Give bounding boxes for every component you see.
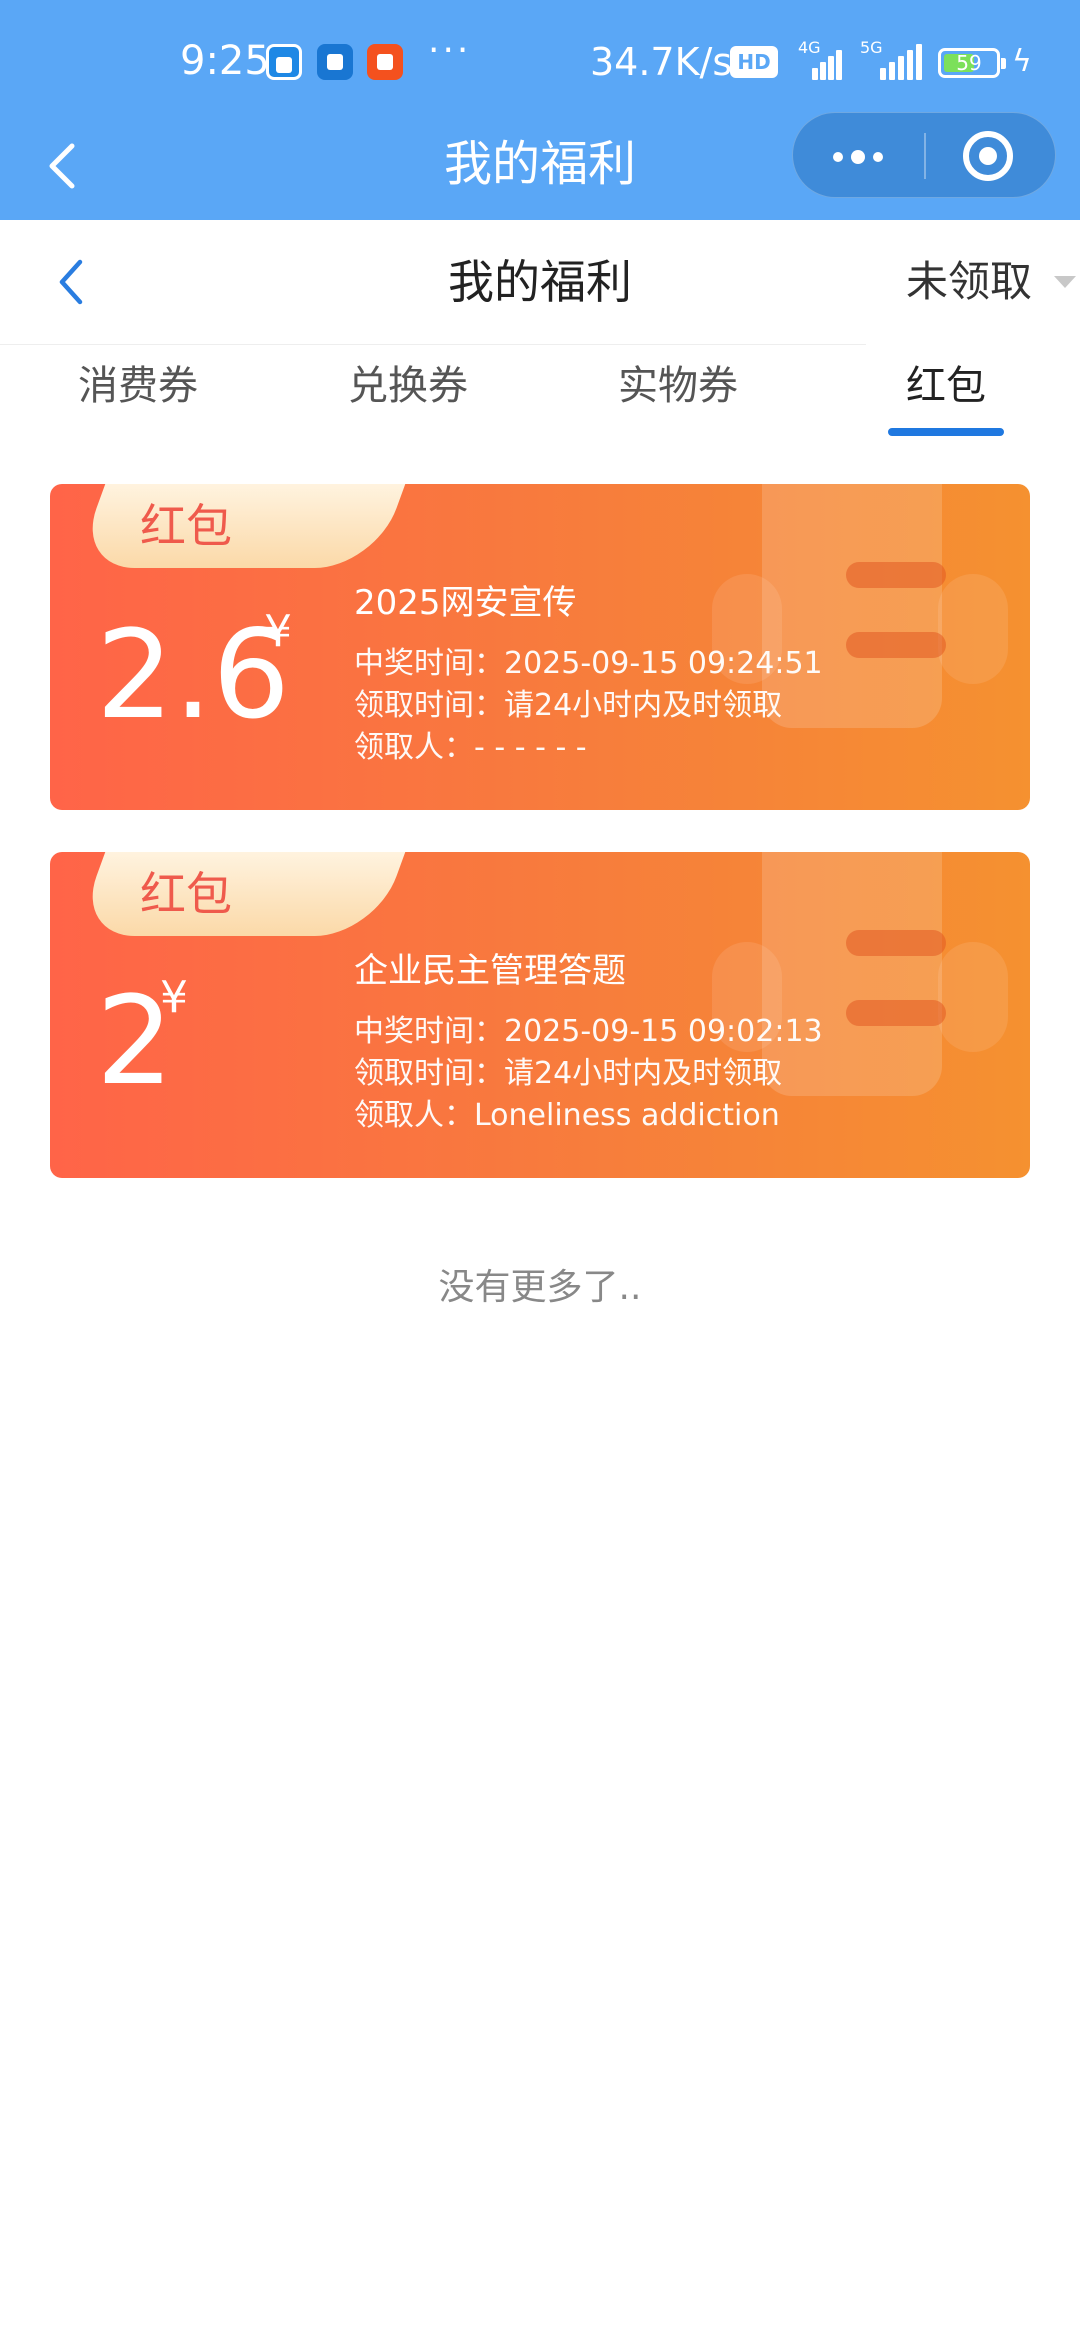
tab-exchange-coupon[interactable]: 兑换券 [348,356,468,416]
currency-symbol: ¥ [264,606,292,657]
active-tab-indicator [888,428,1004,436]
hd-voice-badge: HD [730,46,778,78]
close-miniapp-icon[interactable] [963,131,1013,181]
more-options-button[interactable] [793,113,923,199]
red-packet-card[interactable]: 红包 2 ¥ 企业民主管理答题 中奖时间：2025-09-15 09:02:13… [50,852,1030,1178]
signal-5g-icon: 5G [860,38,926,80]
header-divider [0,344,866,345]
chevron-down-icon [1054,276,1076,288]
tab-label: 实物券 [618,363,738,409]
capsule-divider [924,133,926,179]
page-header: 我的福利 未领取 [0,220,1080,344]
news-notification-icon [367,44,403,80]
card-claimer: 领取人：Loneliness addiction [354,1098,780,1133]
red-packet-card[interactable]: 红包 2.6 ¥ 2025网安宣传 中奖时间：2025-09-15 09:24:… [50,484,1030,810]
tab-red-packet[interactable]: 红包 [888,356,1004,436]
card-win-time: 中奖时间：2025-09-15 09:24:51 [354,646,823,681]
status-filter-dropdown[interactable]: 未领取 [906,250,1076,314]
status-time: 9:25 [180,38,270,84]
signal-4g-icon: 4G [798,38,846,80]
tab-label: 消费券 [78,363,198,409]
currency-symbol: ¥ [160,972,188,1023]
battery-icon: 59 [938,48,1006,78]
card-amount: 2.6 [96,604,291,746]
more-notifications-icon: ··· [428,30,472,71]
coupon-tabs: 消费券 兑换券 实物券 红包 [0,350,1080,440]
app-notification-icon [266,44,302,80]
no-more-text: 没有更多了.. [438,1267,642,1308]
card-title: 2025网安宣传 [354,583,577,623]
miniapp-capsule [792,112,1056,198]
card-claimer: 领取人：- - - - - - [354,730,587,765]
tab-label: 红包 [906,363,986,409]
card-title: 企业民主管理答题 [354,951,626,991]
tab-physical-coupon[interactable]: 实物券 [618,356,738,416]
tag-background [74,852,406,936]
card-claim-time: 领取时间：请24小时内及时领取 [354,1056,783,1091]
tab-label: 兑换券 [348,363,468,409]
battery-level: 59 [956,51,982,75]
card-tag: 红包 [140,499,232,553]
navbar: 我的福利 [0,112,1080,220]
card-tag: 红包 [140,867,232,921]
charging-icon: ϟ [1012,44,1032,79]
files-notification-icon [317,44,353,80]
card-claim-time: 领取时间：请24小时内及时领取 [354,688,783,723]
network-speed: 34.7K/s [590,40,733,84]
status-bar: 9:25 ··· 34.7K/s HD 4G 5G 59 ϟ [0,0,1080,120]
card-win-time: 中奖时间：2025-09-15 09:02:13 [354,1014,823,1049]
filter-label: 未领取 [906,257,1033,306]
top-bar: 9:25 ··· 34.7K/s HD 4G 5G 59 ϟ 我的福利 [0,0,1080,220]
tag-background [74,484,406,568]
tab-consumption-coupon[interactable]: 消费券 [78,356,198,416]
